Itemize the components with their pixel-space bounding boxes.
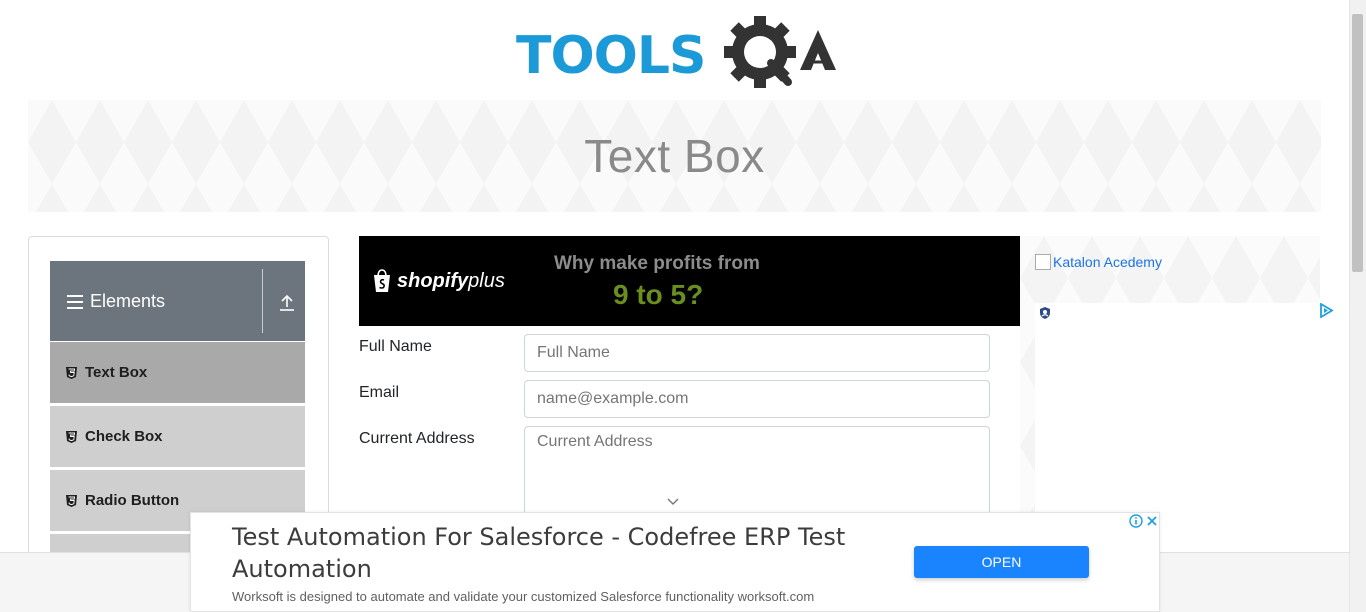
upload-icon[interactable]: [278, 294, 296, 312]
elements-group-header[interactable]: Elements: [50, 261, 305, 341]
bottom-ad-description: Worksoft is designed to automate and val…: [232, 589, 815, 604]
html5-icon: [66, 366, 77, 379]
html5-icon: [66, 494, 77, 507]
email-label: Email: [359, 384, 400, 401]
close-icon[interactable]: [1145, 514, 1159, 528]
broken-image-icon: [1035, 254, 1051, 270]
katalon-link-text: Katalon Acedemy: [1053, 254, 1162, 270]
full-name-label: Full Name: [359, 338, 432, 355]
html5-icon: [66, 430, 77, 443]
ad-headline-1: Why make profits from: [554, 253, 760, 274]
group-divider: [262, 269, 263, 333]
top-advertisement[interactable]: shopify plus Why make profits from 9 to 5…: [359, 236, 1020, 326]
sidebar-item-label: Check Box: [85, 428, 163, 445]
info-icon[interactable]: [1129, 514, 1143, 528]
chevron-down-icon[interactable]: [666, 497, 680, 507]
menu-icon: [67, 295, 83, 309]
gear-icon: [724, 16, 836, 88]
bottom-advertisement[interactable]: Test Automation For Salesforce - Codefre…: [190, 512, 1160, 612]
adchoices-icon[interactable]: [1038, 306, 1052, 320]
ad-headline-2: 9 to 5?: [613, 279, 704, 310]
sidebar-item-label: Radio Button: [85, 492, 180, 509]
sidebar-item-check-box[interactable]: Check Box: [50, 406, 305, 468]
group-title: Elements: [90, 291, 166, 311]
shopify-brand-suffix: plus: [468, 269, 505, 292]
sidebar-item-label: Text Box: [85, 364, 148, 381]
logo-text: TOOLS: [516, 26, 706, 86]
current-address-label: Current Address: [359, 430, 475, 447]
bottom-ad-title[interactable]: Test Automation For Salesforce - Codefre…: [232, 521, 892, 585]
toolsqa-logo[interactable]: TOOLS: [516, 16, 846, 90]
page: TOOLS Text Box Elements Text Box Check B…: [0, 0, 1366, 612]
adchoices-icon[interactable]: [1318, 303, 1335, 318]
current-address-textarea[interactable]: [524, 426, 990, 526]
page-title: Text Box: [584, 130, 765, 182]
shopify-logo: shopify plus: [372, 269, 505, 293]
scrollbar-thumb[interactable]: [1352, 14, 1363, 272]
page-banner: Text Box: [28, 100, 1321, 212]
sidebar-item-text-box[interactable]: Text Box: [50, 342, 305, 404]
katalon-ad-link[interactable]: Katalon Acedemy: [1035, 254, 1162, 270]
shopify-brand: shopify: [397, 269, 469, 292]
full-name-input[interactable]: [524, 334, 990, 372]
page-scrollbar[interactable]: [1349, 0, 1366, 612]
email-input[interactable]: [524, 380, 990, 418]
open-button[interactable]: OPEN: [914, 546, 1089, 578]
shopping-bag-icon: [374, 269, 390, 292]
